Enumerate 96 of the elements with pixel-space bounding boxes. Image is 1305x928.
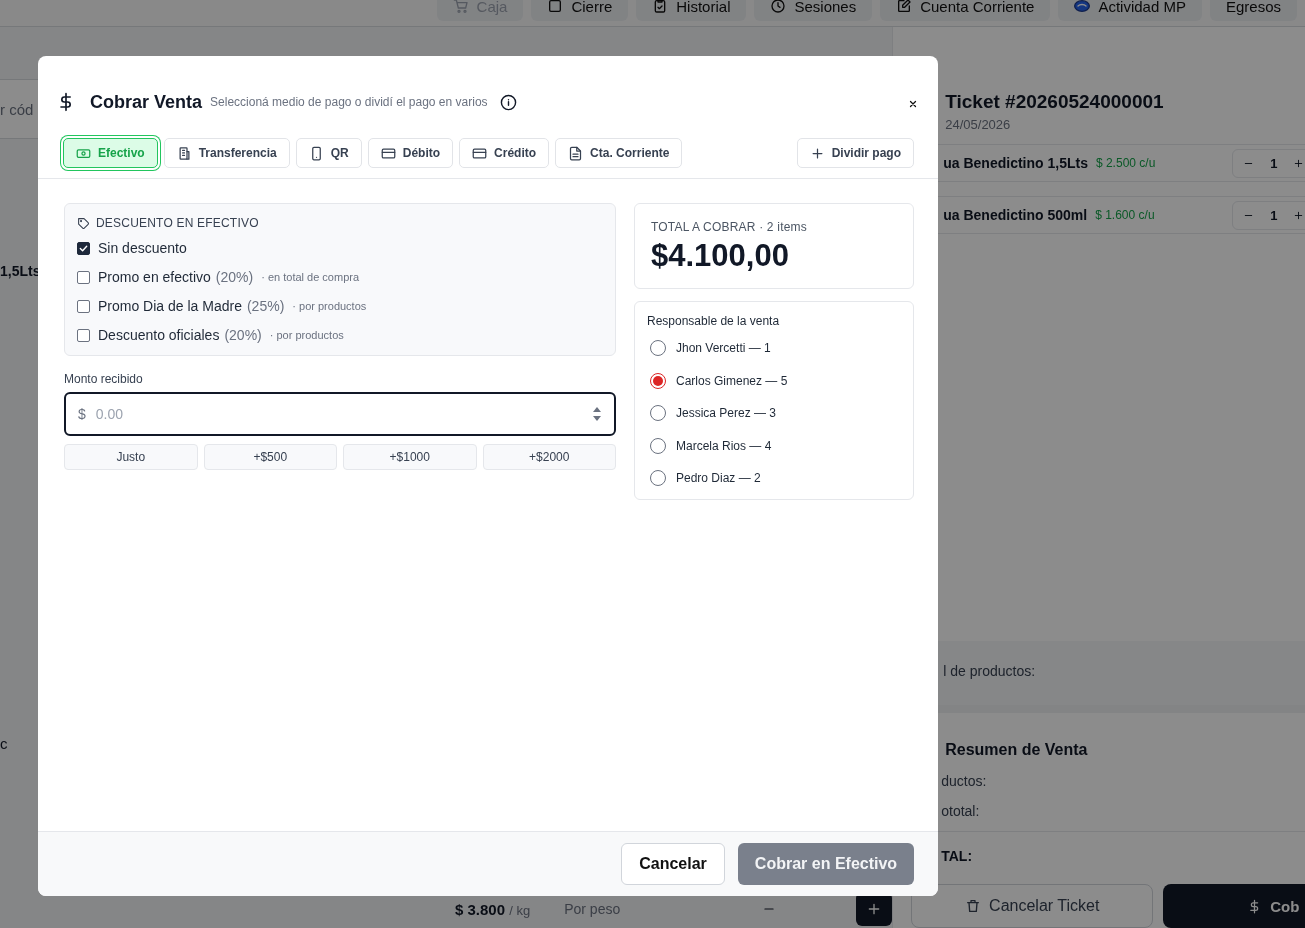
option-label: Promo Dia de la Madre [98, 298, 242, 314]
payment-tab[interactable]: Cta. Corriente [555, 138, 683, 168]
radio-button[interactable] [650, 437, 666, 454]
payment-tab[interactable]: QR [295, 138, 362, 168]
cancel-button[interactable]: Cancelar [621, 843, 725, 885]
square-icon [547, 0, 564, 14]
checkbox[interactable] [77, 241, 90, 255]
payment-tab[interactable]: Débito [367, 138, 454, 168]
item-price: $ 2.500 c/u [1095, 156, 1156, 170]
currency-symbol: $ [78, 406, 86, 422]
quick-amount-button[interactable]: Justo [64, 444, 198, 470]
person-name: Jessica Perez — 3 [676, 406, 777, 421]
responsible-option[interactable]: Pedro Diaz — 2 [650, 466, 761, 491]
radio-button[interactable] [650, 470, 666, 487]
edit-icon [896, 0, 913, 14]
responsible-option[interactable]: Jessica Perez — 3 [650, 401, 777, 426]
radio-button[interactable] [650, 340, 666, 357]
nav-button[interactable]: Egresos [1209, 0, 1297, 21]
placeholder-text: 0.00 [95, 406, 125, 422]
responsible-option[interactable]: Jhon Vercetti — 1 [650, 336, 771, 361]
responsible-option[interactable]: Carlos Gimenez — 5 [650, 368, 788, 393]
option-label: Sin descuento [98, 240, 187, 256]
person-name: Pedro Diaz — 2 [676, 471, 761, 486]
dialog-subtitle: Seleccioná medio de pago o dividí el pago en varios [210, 95, 488, 109]
dialog-title: Cobrar Venta [90, 91, 203, 113]
cancel-ticket-button[interactable]: Cancelar Ticket [911, 884, 1154, 928]
summary-label: ototal: [941, 803, 981, 819]
option-note: · en total de compra [261, 271, 360, 283]
cart-icon [452, 0, 469, 14]
option-note: · por productos [269, 329, 344, 341]
radio-button[interactable] [650, 372, 666, 389]
summary-label: ductos: [941, 773, 988, 789]
person-name: Jhon Vercetti — 1 [676, 341, 771, 356]
option-label: Descuento oficiales [98, 327, 220, 343]
nav-button[interactable]: Cierre [531, 0, 629, 21]
item-price: $ 1.600 c/u [1095, 208, 1155, 222]
product-price: $ 3.800 / kg [455, 900, 531, 918]
nav-button[interactable]: Cuenta Corriente [880, 0, 1051, 21]
plus-icon [809, 145, 825, 161]
summary-title: Resumen de Venta [945, 741, 1089, 759]
total-amount: $4.100,00 [651, 238, 790, 274]
clock-icon [770, 0, 787, 14]
building-icon [176, 145, 192, 161]
ticket-title: Ticket #20260524000001 [945, 91, 1165, 113]
close-icon [908, 99, 918, 109]
nav-button[interactable]: Actividad MP [1058, 0, 1202, 21]
checkbox[interactable] [77, 328, 90, 342]
discount-option[interactable]: Promo Dia de la Madre (25%) · por productos [77, 298, 367, 314]
card-icon [472, 145, 488, 161]
person-name: Marcela Rios — 4 [676, 438, 772, 453]
plus-icon [1293, 209, 1305, 221]
option-percent: (25%) [246, 298, 285, 314]
radio-button[interactable] [650, 405, 666, 422]
payment-tab[interactable]: Crédito [459, 138, 550, 168]
checkbox[interactable] [77, 299, 90, 313]
field-label: Monto recibido [64, 372, 144, 386]
nav-button[interactable]: Historial [636, 0, 747, 21]
item-name: ua Benedictino 1,5Lts [943, 155, 1088, 171]
option-percent: (20%) [215, 269, 254, 285]
quantity-value: 1 [1270, 207, 1278, 223]
person-name: Carlos Gimenez — 5 [676, 373, 788, 388]
section-title: DESCUENTO EN EFECTIVO [96, 216, 259, 230]
trash-icon [965, 898, 982, 914]
quantity-stepper[interactable]: 1 [1232, 148, 1305, 178]
responsible-option[interactable]: Marcela Rios — 4 [650, 433, 772, 458]
item-name: ua Benedictino 500ml [943, 207, 1088, 223]
option-note: · por productos [292, 300, 367, 312]
search-text: r cód [0, 100, 34, 118]
amount-field[interactable]: $ 0.00 [64, 392, 616, 436]
product-text: c [0, 735, 8, 752]
plus-icon [1293, 157, 1305, 169]
discount-option[interactable]: Descuento oficiales (20%) · por productos [77, 327, 344, 343]
charge-button[interactable]: Cob [1163, 884, 1305, 928]
logo-icon [1074, 0, 1091, 14]
total-label: TOTAL A COBRAR · 2 items [651, 220, 808, 234]
split-payment-button[interactable]: Dividir pago [796, 138, 914, 168]
info-icon [499, 93, 517, 111]
quick-amount-button[interactable]: +$500 [203, 444, 337, 470]
discount-option[interactable]: Sin descuento [77, 240, 187, 256]
nav-button[interactable]: Sesiones [754, 0, 873, 21]
quick-amount-button[interactable]: +$1000 [343, 444, 477, 470]
discount-option[interactable]: Promo en efectivo (20%) · en total de compra [77, 269, 360, 285]
payment-tab[interactable]: Transferencia [163, 138, 290, 168]
tag-icon [77, 216, 90, 230]
checkbox[interactable] [77, 270, 90, 284]
option-percent: (20%) [224, 327, 262, 343]
products-label: l de productos: [943, 663, 1036, 679]
section-title: Responsable de la venta [647, 314, 781, 328]
ticket-date: 24/05/2026 [945, 117, 1012, 132]
option-label: Promo en efectivo [98, 269, 211, 285]
quantity-stepper[interactable]: 1 [1232, 200, 1305, 230]
quick-amount-button[interactable]: +$2000 [482, 444, 616, 470]
quantity-value: 1 [1270, 155, 1278, 171]
product-mode: Por peso [564, 901, 621, 917]
document-icon [568, 145, 584, 161]
card-icon [380, 145, 396, 161]
